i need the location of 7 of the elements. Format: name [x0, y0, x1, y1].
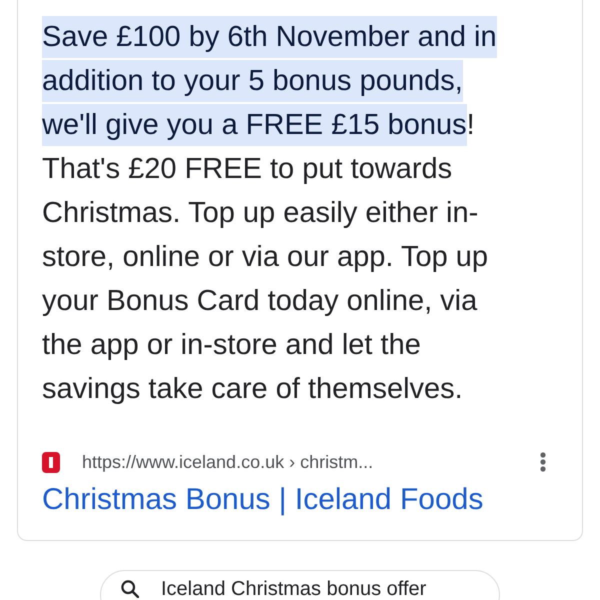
search-icon — [121, 580, 139, 598]
favicon-icon — [42, 452, 60, 472]
more-options-icon[interactable] — [540, 452, 546, 472]
site-url[interactable]: https://www.iceland.co.uk › christm... — [82, 451, 374, 473]
snippet-text: Save £100 by 6th November and in addition to your 5 bonus pounds, we'll give you a FREE £15 bonus! That's £20 FREE to put towards Christmas. Top up easily either in- store, online or via our app. Top up your Bonus Card today online, via the app or in-store and let the savings take care of themselves. — [42, 15, 560, 411]
result-title-link[interactable]: Christmas Bonus | Iceland Foods — [42, 481, 484, 519]
related-search-chip[interactable]: Iceland Christmas bonus offer — [100, 570, 500, 600]
